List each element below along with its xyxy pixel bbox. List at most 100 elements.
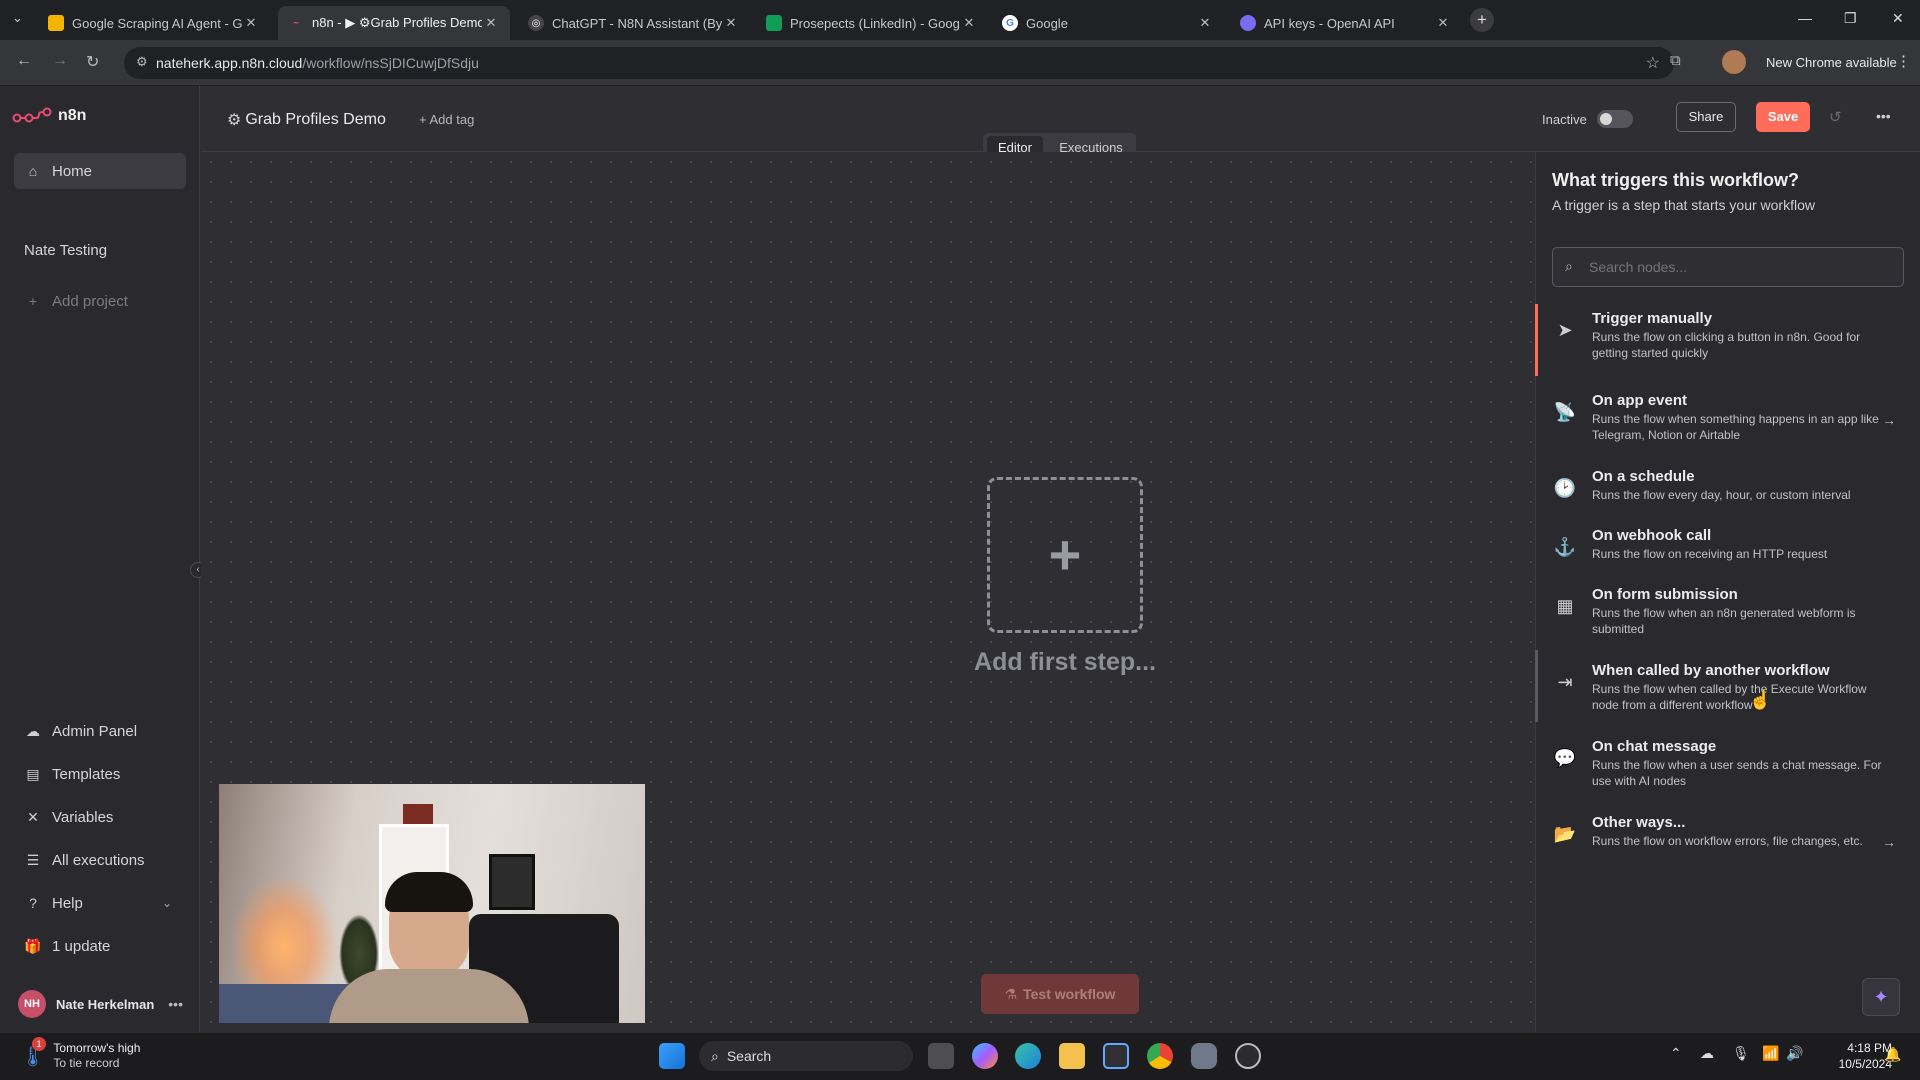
save-button[interactable]: Save <box>1756 102 1810 132</box>
browser-tab[interactable]: ◎ ChatGPT - N8N Assistant (By N ✕ <box>518 6 750 40</box>
gift-icon: 🎁 <box>24 937 42 954</box>
trigger-desc: Runs the flow every day, hour, or custom… <box>1592 488 1851 502</box>
sidebar-item-help[interactable]: ? Help ⌄ <box>14 885 186 921</box>
browser-tab[interactable]: G Google ✕ <box>992 6 1224 40</box>
trigger-item-form[interactable]: ▦ On form submission Runs the flow when … <box>1535 586 1920 656</box>
file-explorer-icon[interactable] <box>1059 1043 1085 1069</box>
extensions-icon[interactable]: ⧉ <box>1670 52 1681 69</box>
selection-indicator <box>1535 304 1538 376</box>
store-icon[interactable] <box>1103 1043 1129 1069</box>
profile-avatar[interactable] <box>1722 50 1746 74</box>
bookmark-star-icon[interactable]: ☆ <box>1646 53 1660 73</box>
weather-widget[interactable]: 🌡 1 Tomorrow's high To tie record <box>20 1037 141 1071</box>
microphone-icon[interactable]: 🎙 <box>1732 1045 1750 1062</box>
workflow-menu-icon[interactable]: ••• <box>1876 108 1891 124</box>
webcam-person-hair <box>385 872 473 912</box>
url-text: nateherk.app.n8n.cloud/workflow/nsSjDICu… <box>156 55 479 71</box>
tab-favicon-icon <box>1240 15 1256 31</box>
browser-tab[interactable]: API keys - OpenAI API ✕ <box>1230 6 1462 40</box>
new-tab-button[interactable]: + <box>1470 8 1494 32</box>
webcam-overlay <box>219 784 645 1023</box>
sidebar-item-update[interactable]: 🎁 1 update <box>14 928 186 964</box>
sidebar-item-label: 1 update <box>52 937 111 955</box>
sidebar-item-templates[interactable]: ▤ Templates <box>14 756 186 792</box>
browser-tab-active[interactable]: ~ n8n - ▶ ⚙Grab Profiles Demo ✕ <box>278 6 510 40</box>
tab-title: n8n - ▶ ⚙Grab Profiles Demo <box>312 15 482 30</box>
add-project-button[interactable]: + Add project <box>14 283 186 319</box>
tab-search-icon[interactable]: ⌄ <box>12 10 23 26</box>
add-tag-button[interactable]: + Add tag <box>419 112 474 127</box>
app-icon[interactable] <box>1235 1043 1261 1069</box>
trigger-item-chat-message[interactable]: 💬 On chat message Runs the flow when a u… <box>1535 738 1920 808</box>
search-input[interactable] <box>1589 256 1889 278</box>
tab-close-icon[interactable]: ✕ <box>960 15 978 31</box>
reload-icon[interactable]: ↻ <box>86 52 99 72</box>
project-name[interactable]: Nate Testing <box>24 242 107 259</box>
sidebar-item-admin-panel[interactable]: ☁ Admin Panel <box>14 713 186 749</box>
wifi-icon[interactable]: 📶 <box>1762 1045 1779 1062</box>
sidebar-item-label: Templates <box>52 765 121 783</box>
forward-icon[interactable]: → <box>52 52 68 70</box>
active-toggle[interactable] <box>1597 110 1633 128</box>
clock-icon: 🕑 <box>1553 478 1577 498</box>
history-icon[interactable]: ↺ <box>1829 108 1842 126</box>
search-nodes-field[interactable]: ⌕ <box>1552 247 1904 287</box>
copilot-icon[interactable] <box>972 1043 998 1069</box>
back-icon[interactable]: ← <box>16 52 32 70</box>
share-button[interactable]: Share <box>1676 102 1736 132</box>
new-chrome-available-button[interactable]: New Chrome available <box>1766 55 1897 70</box>
sidebar-item-variables[interactable]: ✕ Variables <box>14 799 186 835</box>
add-first-step-button[interactable]: + <box>987 477 1143 633</box>
tab-close-icon[interactable]: ✕ <box>482 15 500 31</box>
trigger-item-manual[interactable]: ➤ Trigger manually Runs the flow on clic… <box>1535 304 1920 380</box>
tray-chevron-icon[interactable]: ⌃ <box>1670 1045 1682 1062</box>
close-window-icon[interactable]: ✕ <box>1892 10 1904 27</box>
list-icon: ☰ <box>26 851 40 868</box>
workflow-title[interactable]: ⚙ Grab Profiles Demo <box>227 110 386 130</box>
site-info-icon[interactable]: ⚙ <box>136 54 148 70</box>
weather-title: Tomorrow's high <box>53 1041 141 1055</box>
sidebar-item-all-executions[interactable]: ☰ All executions <box>14 842 186 878</box>
chrome-menu-icon[interactable]: ⋮ <box>1896 52 1911 70</box>
hover-indicator <box>1535 650 1538 722</box>
user-menu[interactable]: NH Nate Herkelman ••• <box>18 989 188 1019</box>
minimize-icon[interactable]: — <box>1798 10 1812 26</box>
trigger-title: On app event <box>1592 392 1688 409</box>
windows-start-icon[interactable] <box>659 1043 685 1069</box>
browser-tab[interactable]: Prosepects (LinkedIn) - Google ✕ <box>756 6 988 40</box>
restore-icon[interactable]: ❐ <box>1844 10 1857 27</box>
browser-tab[interactable]: Google Scraping AI Agent - Go ✕ <box>38 6 270 40</box>
tab-close-icon[interactable]: ✕ <box>1434 15 1452 31</box>
volume-icon[interactable]: 🔊 <box>1786 1045 1803 1062</box>
notification-bell-icon[interactable]: 🔔 <box>1884 1046 1901 1063</box>
sidebar-item-home[interactable]: ⌂ Home <box>14 153 186 189</box>
search-icon: ⌕ <box>1565 258 1573 274</box>
address-bar[interactable]: ⚙ nateherk.app.n8n.cloud/workflow/nsSjDI… <box>124 47 1674 79</box>
trigger-desc: Runs the flow when something happens in … <box>1592 412 1879 442</box>
tab-close-icon[interactable]: ✕ <box>1196 15 1214 31</box>
edge-icon[interactable] <box>1015 1043 1041 1069</box>
url-domain: nateherk.app.n8n.cloud <box>156 55 303 71</box>
cloud-icon: ☁ <box>26 722 40 739</box>
webcam-person-body <box>329 969 529 1023</box>
trigger-item-app-event[interactable]: 📡 On app event Runs the flow when someth… <box>1535 392 1920 462</box>
clock[interactable]: 4:18 PM 10/5/2024 <box>1828 1040 1892 1072</box>
more-options-icon[interactable]: ••• <box>168 996 183 1012</box>
add-first-step-label: Add first step... <box>974 648 1156 676</box>
trigger-item-other-ways[interactable]: 📂 Other ways... Runs the flow on workflo… <box>1535 814 1920 884</box>
mouse-cursor-icon: ☝ <box>1749 690 1772 710</box>
taskbar-search[interactable]: ⌕ Search <box>699 1041 913 1071</box>
onedrive-icon[interactable]: ☁ <box>1700 1045 1714 1062</box>
weather-sub: To tie record <box>53 1056 120 1070</box>
tab-close-icon[interactable]: ✕ <box>722 15 740 31</box>
task-view-icon[interactable] <box>928 1043 954 1069</box>
test-workflow-button[interactable]: ⚗ Test workflow <box>981 974 1139 1014</box>
trigger-item-called-by-workflow[interactable]: ⇥ When called by another workflow Runs t… <box>1535 650 1920 732</box>
chrome-icon[interactable] <box>1147 1043 1173 1069</box>
trigger-desc: Runs the flow when called by the Execute… <box>1592 682 1867 712</box>
tab-title: Prosepects (LinkedIn) - Google <box>790 15 960 31</box>
test-workflow-label: Test workflow <box>1023 986 1116 1002</box>
ai-assistant-button[interactable]: ✦ <box>1862 978 1900 1016</box>
camera-icon[interactable] <box>1191 1043 1217 1069</box>
tab-close-icon[interactable]: ✕ <box>242 15 260 31</box>
